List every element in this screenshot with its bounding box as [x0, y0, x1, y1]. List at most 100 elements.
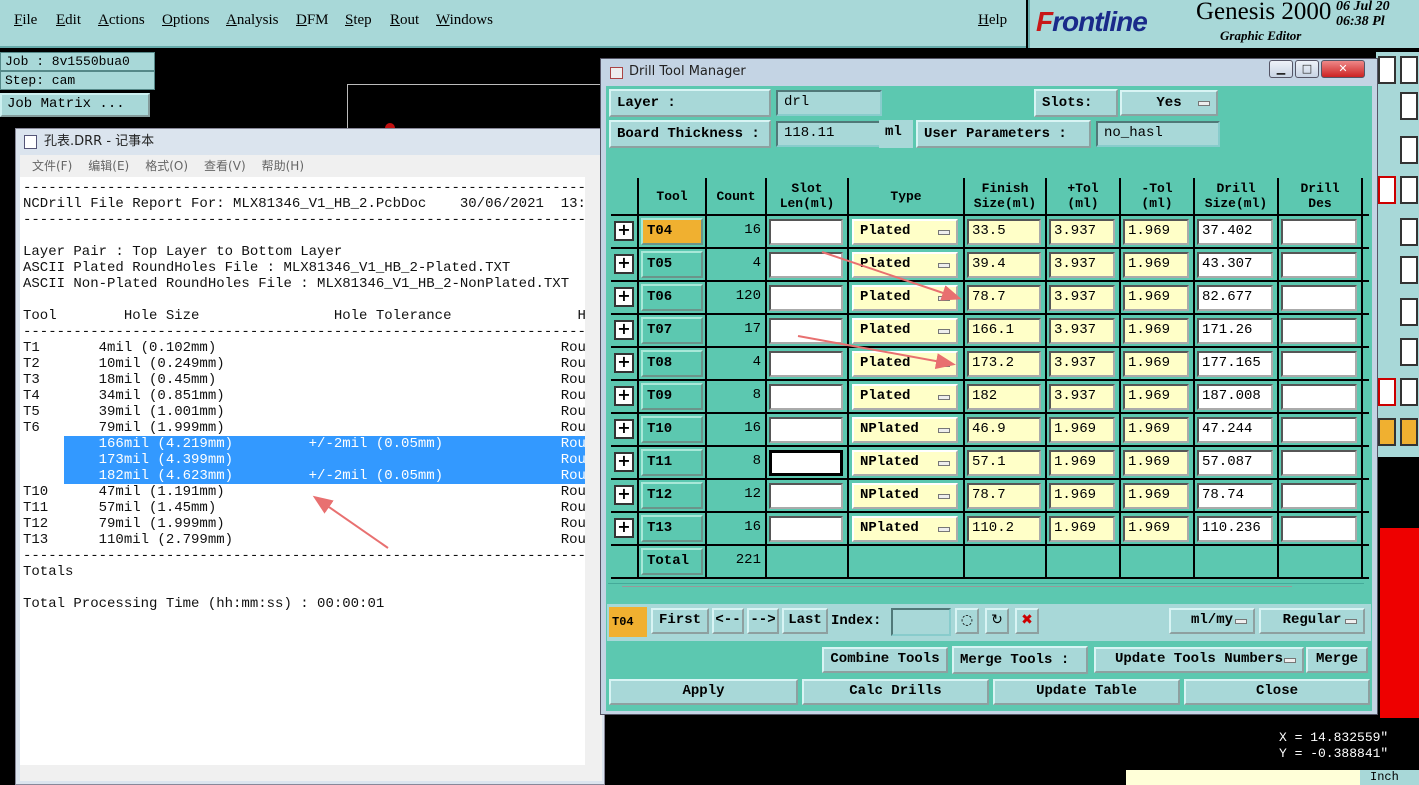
calc-drills-button[interactable]: Calc Drills — [802, 679, 989, 705]
tool-button[interactable]: T08 — [641, 350, 703, 377]
finish-size-input[interactable]: 182 — [967, 384, 1041, 410]
refresh-icon[interactable]: ↻ — [985, 608, 1009, 634]
board-thickness-field[interactable]: 118.11 — [776, 121, 882, 147]
minus-tol-input[interactable]: 1.969 — [1123, 351, 1189, 377]
notepad-menu-item[interactable]: 文件(F) — [32, 159, 72, 173]
menu-analysis[interactable]: Analysis — [226, 12, 279, 29]
update-tools-numbers-dropdown[interactable]: Update Tools Numbers — [1094, 647, 1304, 673]
drill-size-input[interactable]: 82.677 — [1197, 285, 1273, 311]
type-dropdown[interactable]: Plated — [852, 252, 958, 278]
finish-size-input[interactable]: 78.7 — [967, 285, 1041, 311]
expand-icon[interactable]: + — [614, 419, 634, 439]
slot-len-input[interactable] — [769, 417, 843, 443]
type-dropdown[interactable]: Plated — [852, 384, 958, 410]
plus-tol-input[interactable]: 3.937 — [1049, 351, 1115, 377]
menu-edit[interactable]: Edit — [56, 12, 81, 29]
tool-button[interactable]: T05 — [641, 251, 703, 278]
finish-size-input[interactable]: 33.5 — [967, 219, 1041, 245]
delete-icon[interactable]: ✖ — [1015, 608, 1039, 634]
minus-tol-input[interactable]: 1.969 — [1123, 516, 1189, 542]
expand-icon[interactable]: + — [614, 320, 634, 340]
user-parameters-field[interactable]: no_hasl — [1096, 121, 1220, 147]
tool-icon[interactable] — [1400, 298, 1418, 326]
minus-tol-input[interactable]: 1.969 — [1123, 384, 1189, 410]
drill-des-input[interactable] — [1281, 483, 1357, 509]
expand-icon[interactable]: + — [614, 353, 634, 373]
update-table-button[interactable]: Update Table — [993, 679, 1180, 705]
type-dropdown[interactable]: Plated — [852, 219, 958, 245]
slot-len-input[interactable] — [769, 384, 843, 410]
finish-size-input[interactable]: 57.1 — [967, 450, 1041, 476]
maximize-button[interactable]: □ — [1295, 60, 1319, 78]
expand-icon[interactable]: + — [614, 452, 634, 472]
notepad-text-area[interactable]: ----------------------------------------… — [20, 177, 602, 781]
drill-size-input[interactable]: 37.402 — [1197, 219, 1273, 245]
minus-tol-input[interactable]: 1.969 — [1123, 318, 1189, 344]
drill-size-input[interactable]: 171.26 — [1197, 318, 1273, 344]
menu-step[interactable]: Step — [345, 12, 372, 29]
tool-icon[interactable] — [1378, 418, 1396, 446]
menu-windows[interactable]: Windows — [436, 12, 493, 29]
tool-icon[interactable] — [1400, 378, 1418, 406]
drill-size-input[interactable]: 47.244 — [1197, 417, 1273, 443]
finish-size-input[interactable]: 39.4 — [967, 252, 1041, 278]
job-matrix-button[interactable]: Job Matrix ... — [0, 93, 150, 117]
type-dropdown[interactable]: Plated — [852, 351, 958, 377]
drill-des-input[interactable] — [1281, 351, 1357, 377]
close-window-button[interactable]: ✕ — [1321, 60, 1365, 78]
expand-icon[interactable]: + — [614, 386, 634, 406]
tool-icon[interactable] — [1400, 218, 1418, 246]
slot-len-input[interactable] — [769, 351, 843, 377]
combine-tools-button[interactable]: Combine Tools — [822, 647, 948, 673]
notepad-titlebar[interactable]: 孔表.DRR - 记事本 — [16, 129, 604, 155]
units-dropdown[interactable]: ml/my — [1169, 608, 1255, 634]
plus-tol-input[interactable]: 1.969 — [1049, 417, 1115, 443]
finish-size-input[interactable]: 46.9 — [967, 417, 1041, 443]
slot-len-input[interactable] — [769, 285, 843, 311]
prev-button[interactable]: <-- — [712, 608, 744, 634]
type-dropdown[interactable]: Plated — [852, 318, 958, 344]
drill-size-input[interactable]: 187.008 — [1197, 384, 1273, 410]
finish-size-input[interactable]: 173.2 — [967, 351, 1041, 377]
drill-size-input[interactable]: 78.74 — [1197, 483, 1273, 509]
tool-icon[interactable] — [1400, 92, 1418, 120]
index-field[interactable] — [891, 608, 951, 636]
drill-des-input[interactable] — [1281, 417, 1357, 443]
tool-icon[interactable] — [1378, 56, 1396, 84]
plus-tol-input[interactable]: 3.937 — [1049, 252, 1115, 278]
tool-button[interactable]: T07 — [641, 317, 703, 344]
minimize-button[interactable]: ▁ — [1269, 60, 1293, 78]
expand-icon[interactable]: + — [614, 221, 634, 241]
type-dropdown[interactable]: NPlated — [852, 516, 958, 542]
drill-size-input[interactable]: 43.307 — [1197, 252, 1273, 278]
menu-dfm[interactable]: DFM — [296, 12, 329, 29]
tool-icon[interactable] — [1400, 136, 1418, 164]
apply-button[interactable]: Apply — [609, 679, 798, 705]
notepad-menu-item[interactable]: 编辑(E) — [88, 159, 129, 173]
type-dropdown[interactable]: NPlated — [852, 417, 958, 443]
merge-button[interactable]: Merge — [1306, 647, 1368, 673]
slot-len-input[interactable] — [769, 318, 843, 344]
tool-icon[interactable] — [1378, 176, 1396, 204]
slot-len-input[interactable] — [769, 483, 843, 509]
plus-tol-input[interactable]: 3.937 — [1049, 285, 1115, 311]
type-dropdown[interactable]: Plated — [852, 285, 958, 311]
expand-icon[interactable]: + — [614, 287, 634, 307]
plus-tol-input[interactable]: 3.937 — [1049, 318, 1115, 344]
tool-icon[interactable] — [1400, 56, 1418, 84]
drill-size-input[interactable]: 177.165 — [1197, 351, 1273, 377]
slot-len-input[interactable] — [769, 219, 843, 245]
plus-tol-input[interactable]: 1.969 — [1049, 483, 1115, 509]
tool-button[interactable]: T13 — [641, 515, 703, 542]
tool-button[interactable]: T12 — [641, 482, 703, 509]
expand-icon[interactable]: + — [614, 254, 634, 274]
table-horizontal-scrollbar[interactable] — [608, 583, 1364, 597]
drill-des-input[interactable] — [1281, 318, 1357, 344]
plus-tol-input[interactable]: 1.969 — [1049, 516, 1115, 542]
expand-icon[interactable]: + — [614, 518, 634, 538]
layer-field[interactable]: drl — [776, 90, 882, 116]
last-button[interactable]: Last — [782, 608, 828, 634]
minus-tol-input[interactable]: 1.969 — [1123, 483, 1189, 509]
tool-button[interactable]: T11 — [641, 449, 703, 476]
finish-size-input[interactable]: 78.7 — [967, 483, 1041, 509]
